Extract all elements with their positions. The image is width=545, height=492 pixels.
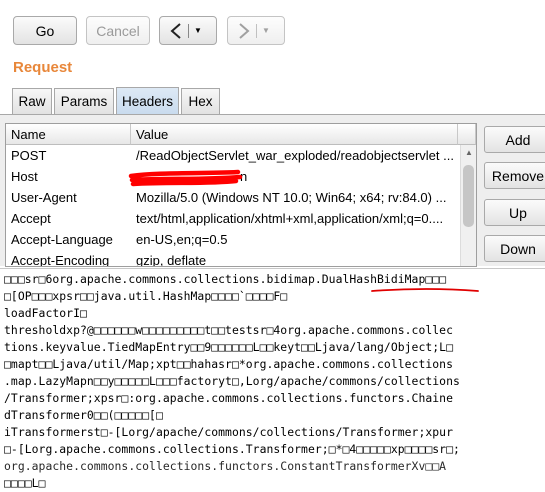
back-button[interactable]: ▼	[159, 16, 217, 45]
table-row[interactable]: Accept text/html,application/xhtml+xml,a…	[6, 208, 458, 229]
up-button[interactable]: Up	[484, 199, 545, 226]
body-line: □mapt□□Ljava/util/Map;xpt□□hahasr□*org.a…	[4, 357, 454, 371]
header-value: gzip, deflate	[136, 253, 207, 267]
separator	[256, 23, 257, 38]
headers-panel: Name Value POST /ReadObjectServlet_war_e…	[0, 114, 545, 267]
headers-table: Name Value POST /ReadObjectServlet_war_e…	[5, 123, 477, 267]
tab-raw[interactable]: Raw	[12, 88, 52, 114]
table-row[interactable]: Accept-Language en-US,en;q=0.5	[6, 229, 458, 250]
down-button[interactable]: Down	[484, 235, 545, 262]
tab-headers[interactable]: Headers	[116, 87, 179, 114]
request-title: Request	[13, 59, 73, 76]
chevron-left-icon	[170, 22, 182, 39]
body-line: iTransformerst□-[Lorg/apache/commons/col…	[4, 425, 454, 439]
add-button[interactable]: Add	[484, 126, 545, 153]
header-name: POST	[11, 148, 47, 163]
dropdown-arrow-icon[interactable]: ▼	[194, 26, 202, 35]
tab-hex[interactable]: Hex	[181, 88, 220, 114]
dropdown-arrow-icon[interactable]: ▼	[262, 26, 270, 35]
forward-button[interactable]: ▼	[227, 16, 285, 45]
header-name: Accept-Language	[11, 232, 113, 247]
tab-params[interactable]: Params	[54, 88, 114, 114]
header-name: User-Agent	[11, 190, 77, 205]
body-line: dTransformer0□□(□□□□□[□	[4, 408, 163, 422]
table-row[interactable]: User-Agent Mozilla/5.0 (Windows NT 10.0;…	[6, 187, 458, 208]
header-name: Accept	[11, 211, 51, 226]
body-line: /Transformer;xpsr□:org.apache.commons.co…	[4, 391, 454, 405]
request-body[interactable]: □□□sr□6org.apache.commons.collections.bi…	[0, 268, 545, 490]
header-value: /ReadObjectServlet_war_exploded/readobje…	[136, 148, 454, 163]
cancel-button[interactable]: Cancel	[86, 16, 150, 45]
body-line: tions.keyvalue.TiedMapEntry□□9□□□□□□L□□k…	[4, 340, 454, 354]
header-value: text/html,application/xhtml+xml,applicat…	[136, 211, 444, 226]
scroll-up-icon[interactable]: ▲	[465, 148, 473, 157]
header-name: Accept-Encoding	[11, 253, 110, 267]
body-line: loadFactorI□	[4, 306, 87, 320]
body-line: thresholdxp?@□□□□□□w□□□□□□□□□t□□testsr□4…	[4, 323, 454, 337]
body-line: □[OP□□□xpsr□□java.util.HashMap□□□□`□□□□F…	[4, 289, 288, 303]
header-value: Mozilla/5.0 (Windows NT 10.0; Win64; x64…	[136, 190, 447, 205]
header-value: en-US,en;q=0.5	[136, 232, 228, 247]
column-header-name[interactable]: Name	[6, 124, 131, 145]
column-header-value[interactable]: Value	[131, 124, 458, 145]
body-line: □-[Lorg.apache.commons.collections.Trans…	[4, 442, 460, 456]
table-row[interactable]: POST /ReadObjectServlet_war_exploded/rea…	[6, 145, 458, 166]
body-line: .map.LazyMapn□□y□□□□□L□□□factoryt□,Lorg/…	[4, 374, 460, 388]
header-name: Host	[11, 169, 38, 184]
table-scrollbar[interactable]: ▲	[460, 145, 476, 266]
header-value: n	[240, 169, 248, 184]
table-row[interactable]: Accept-Encoding gzip, deflate	[6, 250, 458, 267]
table-row[interactable]: Host n	[6, 166, 458, 187]
body-line: □□□□L□	[4, 476, 46, 490]
separator	[188, 23, 189, 38]
go-button[interactable]: Go	[13, 16, 77, 45]
body-line: org.apache.commons.collections.functors.…	[4, 459, 447, 473]
scroll-thumb[interactable]	[463, 165, 474, 227]
table-corner	[458, 124, 476, 145]
chevron-right-icon	[238, 22, 250, 39]
remove-button[interactable]: Remove	[484, 162, 545, 189]
body-line: □□□sr□6org.apache.commons.collections.bi…	[4, 272, 447, 286]
